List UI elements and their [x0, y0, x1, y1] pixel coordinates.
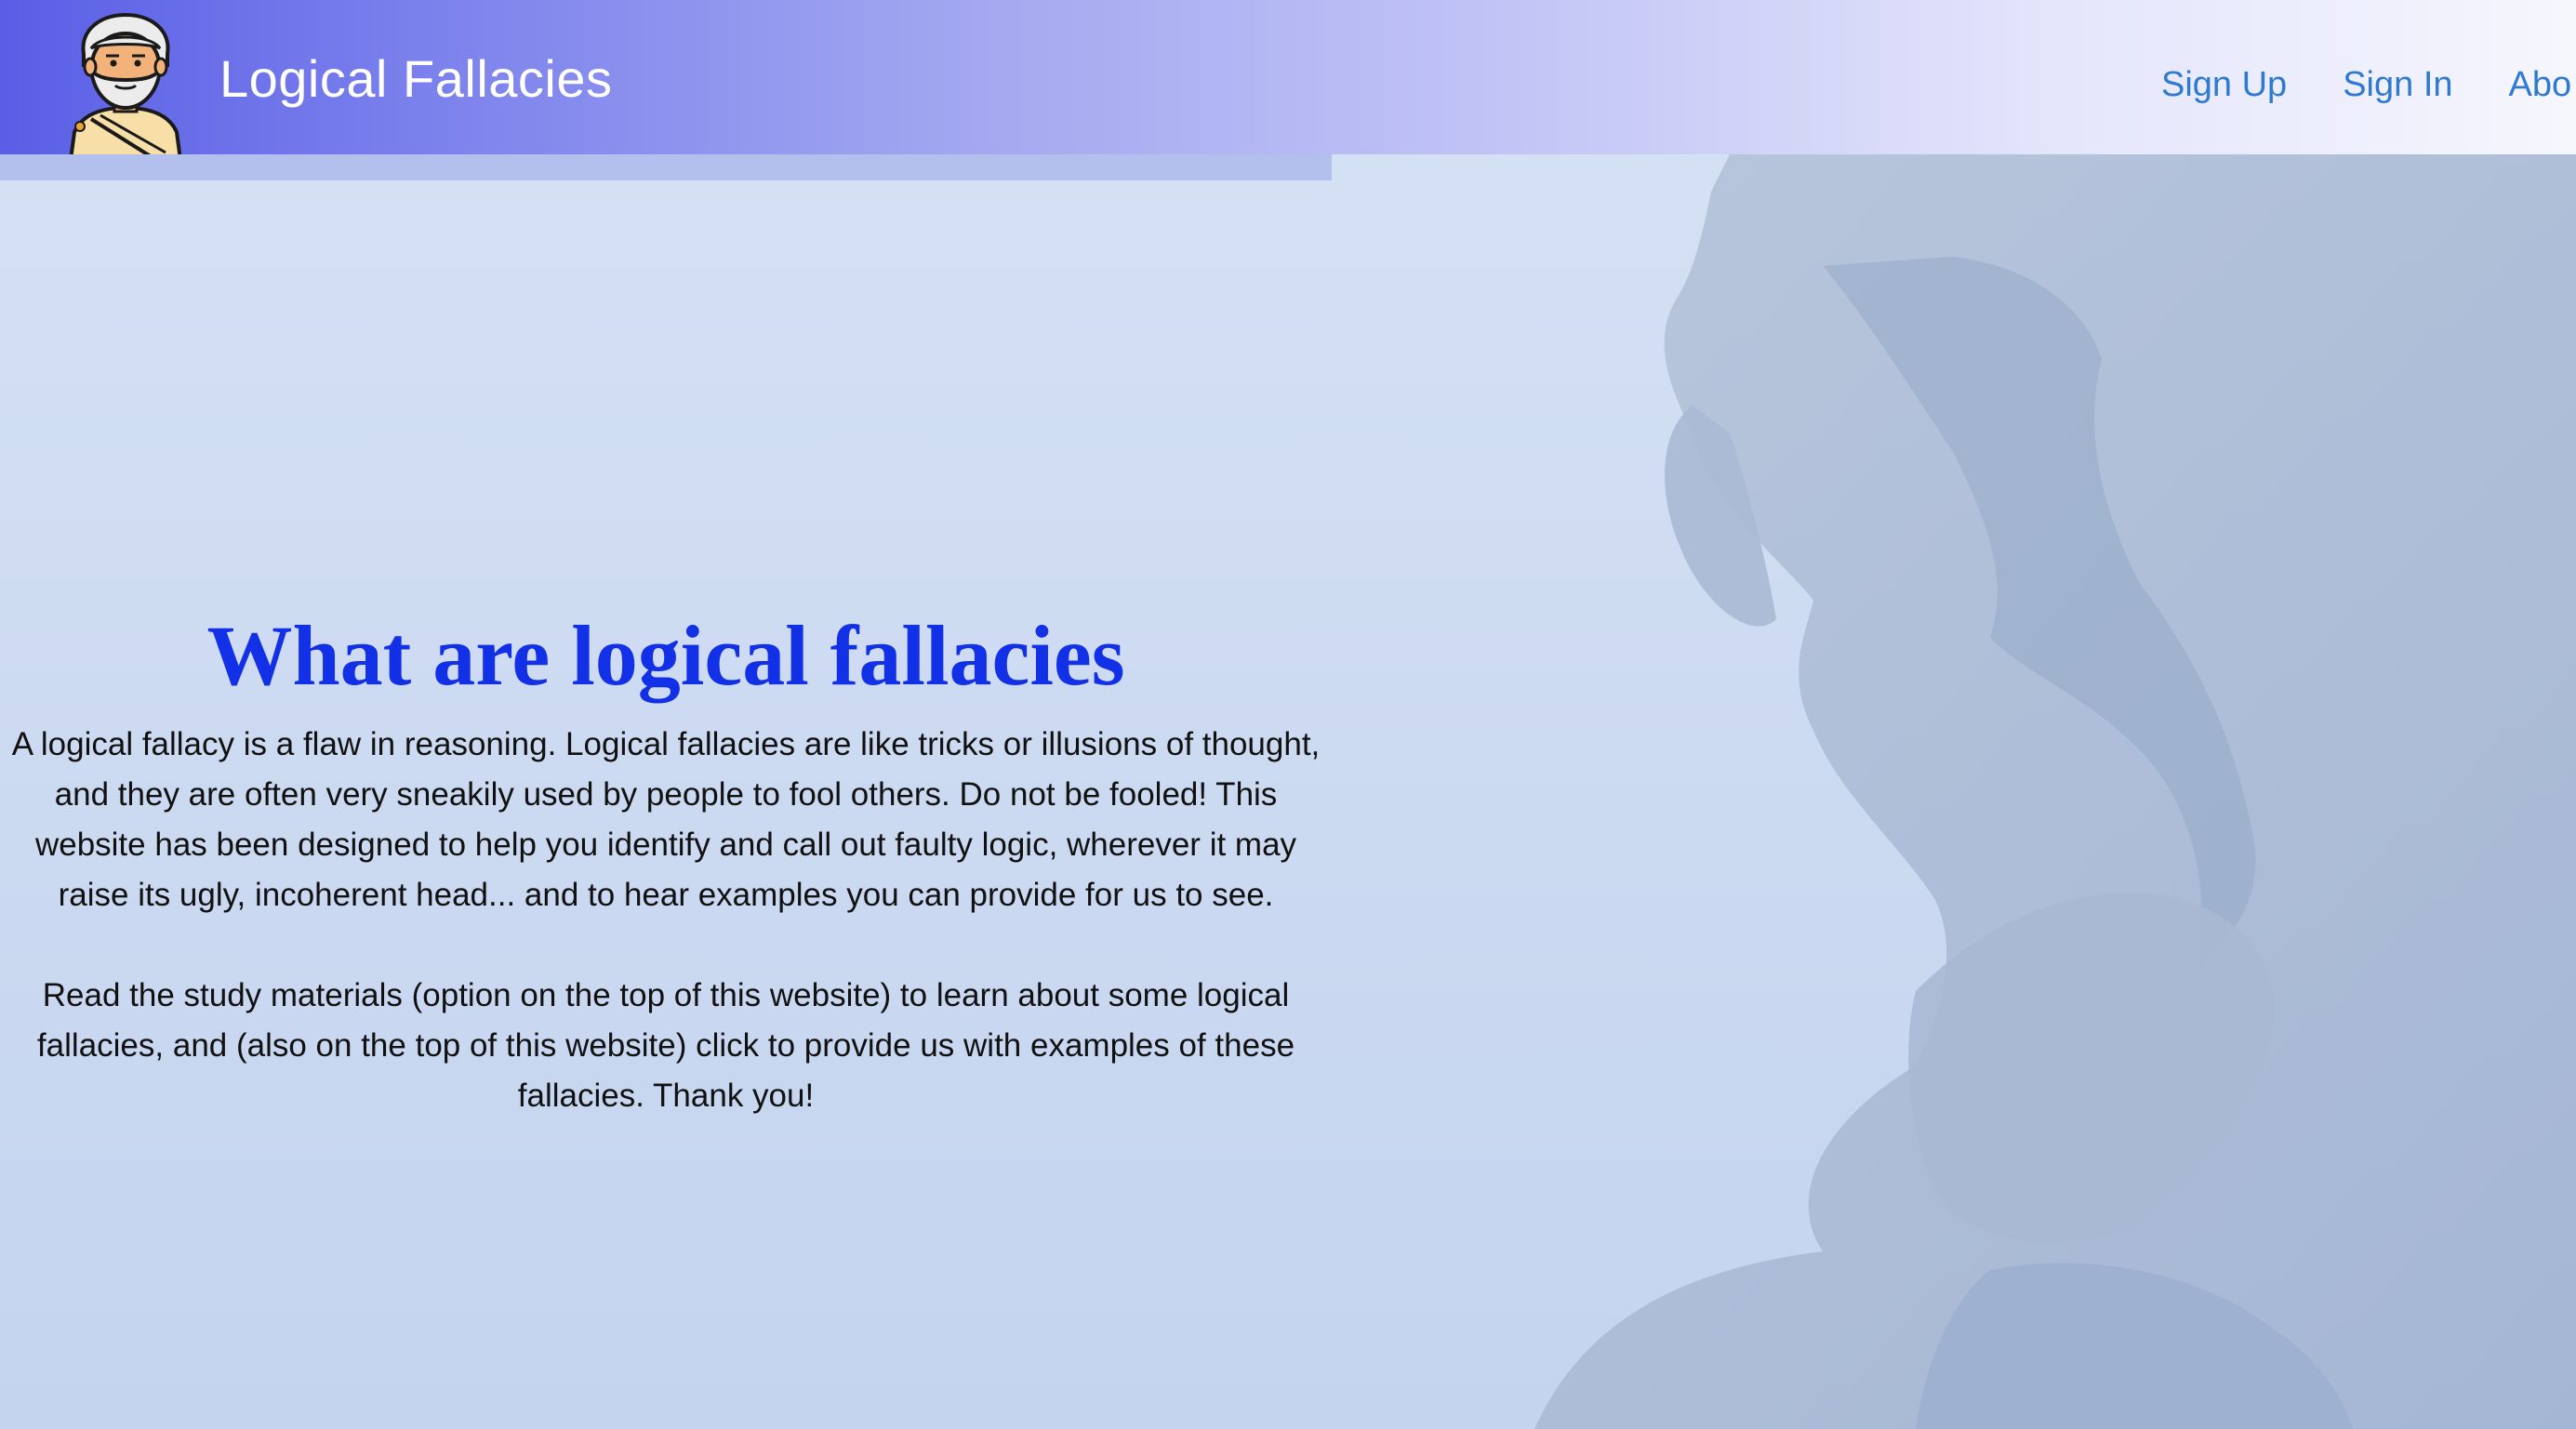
- nav-about-link[interactable]: Abo: [2509, 65, 2572, 105]
- page-heading: What are logical fallacies: [206, 608, 1125, 703]
- site-header: Logical Fallacies Sign Up Sign In Abo: [0, 0, 2576, 162]
- top-nav: Sign Up Sign In Abo: [2161, 65, 2571, 105]
- instructions-paragraph: Read the study materials (option on the …: [36, 977, 1295, 1115]
- nav-sign-in-link[interactable]: Sign In: [2343, 65, 2452, 105]
- intro-paragraph: A logical fallacy is a flaw in reasoning…: [11, 726, 1321, 914]
- philosopher-logo-icon[interactable]: [63, 11, 188, 162]
- nav-sign-up-link[interactable]: Sign Up: [2161, 65, 2287, 105]
- header-underline-bar: [0, 154, 1332, 180]
- thinker-statue-image: [1432, 154, 2576, 1429]
- site-title[interactable]: Logical Fallacies: [219, 48, 612, 109]
- intro-section: What are logical fallacies A logical fal…: [0, 604, 1332, 1121]
